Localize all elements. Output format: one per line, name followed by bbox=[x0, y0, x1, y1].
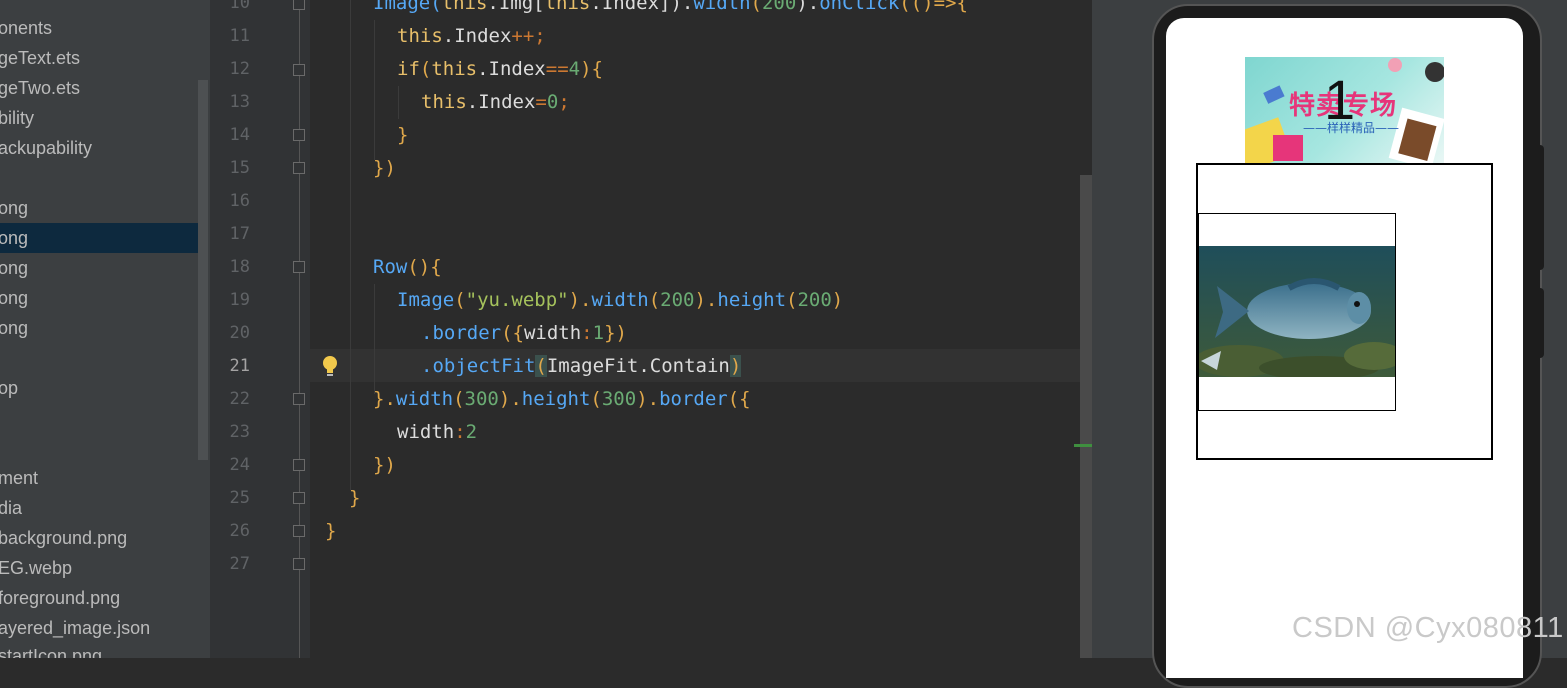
fold-marker[interactable] bbox=[293, 0, 305, 10]
code-line-25[interactable]: } bbox=[349, 482, 360, 515]
line-number: 18 bbox=[229, 257, 250, 277]
code-line-24[interactable]: }) bbox=[373, 449, 396, 482]
code-line-19[interactable]: Image("yu.webp").width(200).height(200) bbox=[397, 284, 843, 317]
tree-item[interactable]: onents bbox=[0, 15, 52, 41]
fold-marker[interactable] bbox=[293, 129, 305, 141]
code-line-23[interactable]: width:2 bbox=[397, 416, 477, 449]
fold-marker[interactable] bbox=[293, 261, 305, 273]
line-number: 11 bbox=[229, 26, 250, 46]
tree-item[interactable]: ong bbox=[0, 315, 28, 341]
line-number: 12 bbox=[229, 59, 250, 79]
line-number: 10 bbox=[229, 0, 250, 13]
code-line-11[interactable]: this.Index++; bbox=[397, 20, 546, 53]
indent-guide bbox=[374, 284, 375, 394]
tree-item[interactable]: ong bbox=[0, 195, 28, 221]
code-line-20[interactable]: .border({width:1}) bbox=[421, 317, 627, 350]
line-number: 25 bbox=[229, 488, 250, 508]
line-number: 15 bbox=[229, 158, 250, 178]
tree-item[interactable]: ong bbox=[0, 285, 28, 311]
fold-marker[interactable] bbox=[293, 393, 305, 405]
line-number-current: 21 bbox=[229, 356, 250, 376]
line-number: 23 bbox=[229, 422, 250, 442]
tree-item[interactable]: background.png bbox=[0, 525, 127, 551]
fold-marker[interactable] bbox=[293, 459, 305, 471]
code-line-10[interactable]: Image(this.Img[this.Index]).width(200).o… bbox=[373, 0, 968, 20]
code-line-22[interactable]: }.width(300).height(300).border({ bbox=[373, 383, 751, 416]
fold-marker[interactable] bbox=[293, 64, 305, 76]
code-line-15[interactable]: }) bbox=[373, 152, 396, 185]
watermark-text: CSDN @Cyx080811 bbox=[1292, 612, 1564, 644]
code-line-18[interactable]: Row(){ bbox=[373, 251, 442, 284]
code-line-13[interactable]: this.Index=0; bbox=[421, 86, 570, 119]
tree-item[interactable]: geText.ets bbox=[0, 45, 80, 71]
line-number: 17 bbox=[229, 224, 250, 244]
tree-item[interactable]: ong bbox=[0, 255, 28, 281]
indent-guide bbox=[350, 0, 351, 490]
project-tree: onents geText.ets geTwo.ets bility ackup… bbox=[0, 0, 210, 658]
fold-marker[interactable] bbox=[293, 558, 305, 570]
line-number: 22 bbox=[229, 389, 250, 409]
tree-item[interactable]: dia bbox=[0, 495, 22, 521]
fold-marker[interactable] bbox=[293, 492, 305, 504]
fold-marker[interactable] bbox=[293, 162, 305, 174]
lightbulb-icon[interactable] bbox=[320, 354, 340, 378]
fish-image bbox=[1199, 246, 1395, 377]
tree-item[interactable]: ackupability bbox=[0, 135, 92, 161]
tree-item[interactable]: op bbox=[0, 375, 18, 401]
code-line-14[interactable]: } bbox=[397, 119, 408, 152]
device-button bbox=[1534, 145, 1544, 270]
tree-item[interactable]: bility bbox=[0, 105, 34, 131]
code-line-21[interactable]: .objectFit(ImageFit.Contain) bbox=[421, 350, 742, 383]
line-number: 13 bbox=[229, 92, 250, 112]
code-line-12[interactable]: if(this.Index==4){ bbox=[397, 53, 603, 86]
tree-item-selected[interactable]: ong bbox=[0, 223, 208, 253]
line-number: 24 bbox=[229, 455, 250, 475]
tree-item[interactable]: EG.webp bbox=[0, 555, 72, 581]
fish-image-container[interactable] bbox=[1198, 213, 1396, 411]
device-button bbox=[1534, 288, 1544, 358]
line-number: 26 bbox=[229, 521, 250, 541]
tree-item[interactable]: ayered_image.json bbox=[0, 615, 150, 641]
line-number: 27 bbox=[229, 554, 250, 574]
sidebar-scrollbar[interactable] bbox=[198, 80, 208, 460]
change-marker bbox=[1074, 444, 1092, 447]
tree-item[interactable]: geTwo.ets bbox=[0, 75, 80, 101]
code-line-26[interactable]: } bbox=[325, 515, 336, 548]
tree-item[interactable]: foreground.png bbox=[0, 585, 120, 611]
tree-item[interactable]: ment bbox=[0, 465, 38, 491]
indent-guide bbox=[398, 86, 399, 119]
line-number: 14 bbox=[229, 125, 250, 145]
line-number: 20 bbox=[229, 323, 250, 343]
indent-guide bbox=[374, 20, 375, 160]
editor-scrollbar[interactable] bbox=[1080, 175, 1092, 658]
index-counter: 1 bbox=[1324, 68, 1356, 131]
tree-item[interactable]: startIcon.png bbox=[0, 643, 102, 658]
fold-marker[interactable] bbox=[293, 525, 305, 537]
line-number: 19 bbox=[229, 290, 250, 310]
line-number: 16 bbox=[229, 191, 250, 211]
